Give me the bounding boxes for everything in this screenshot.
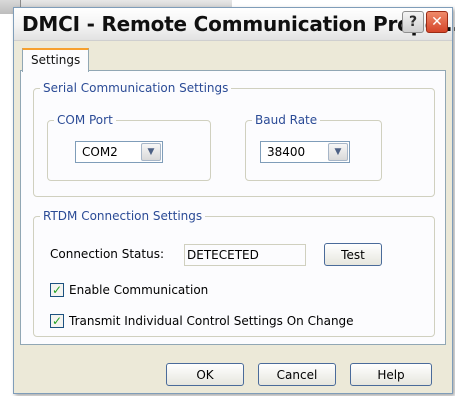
screen: DMCI - Remote Communication Proper... ? … (0, 0, 455, 396)
rtdm-settings-legend: RTDM Connection Settings (43, 209, 203, 223)
check-icon: ✓ (51, 314, 63, 328)
rtdm-settings-group: RTDM Connection Settings Connection Stat… (33, 209, 435, 337)
com-port-group: COM Port COM2 ▼ (47, 113, 211, 181)
help-icon-button[interactable]: ? (402, 11, 424, 33)
connection-status-label: Connection Status: (50, 247, 164, 261)
chevron-down-icon[interactable]: ▼ (328, 143, 348, 161)
connection-status-value: DETECETED (184, 244, 306, 266)
com-port-select[interactable]: COM2 ▼ (75, 141, 163, 163)
properties-dialog: DMCI - Remote Communication Proper... ? … (13, 7, 455, 394)
com-port-value: COM2 (82, 145, 118, 159)
transmit-settings-checkbox[interactable]: ✓ (50, 314, 64, 328)
serial-settings-legend: Serial Communication Settings (43, 81, 229, 95)
enable-communication-checkbox[interactable]: ✓ (50, 283, 64, 297)
chevron-down-icon[interactable]: ▼ (141, 143, 161, 161)
enable-communication-label[interactable]: Enable Communication (69, 283, 208, 297)
settings-panel: Serial Communication Settings COM Port C… (20, 70, 446, 345)
test-button[interactable]: Test (324, 243, 382, 266)
close-button[interactable]: ✕ (426, 11, 448, 33)
transmit-settings-label[interactable]: Transmit Individual Control Settings On … (69, 314, 354, 328)
ok-button[interactable]: OK (166, 363, 244, 386)
tab-settings[interactable]: Settings (22, 48, 90, 72)
window-title: DMCI - Remote Communication Proper... (22, 12, 455, 36)
title-bar[interactable]: DMCI - Remote Communication Proper... ? … (14, 8, 455, 41)
cancel-button[interactable]: Cancel (258, 363, 336, 386)
baud-rate-group: Baud Rate 38400 ▼ (245, 113, 382, 181)
baud-rate-select[interactable]: 38400 ▼ (260, 141, 350, 163)
serial-settings-group: Serial Communication Settings COM Port C… (33, 81, 435, 197)
help-button[interactable]: Help (350, 363, 432, 386)
baud-rate-value: 38400 (267, 145, 306, 159)
baud-rate-legend: Baud Rate (255, 113, 318, 127)
help-icon: ? (408, 14, 418, 30)
close-icon: ✕ (431, 14, 443, 30)
check-icon: ✓ (51, 283, 63, 297)
com-port-legend: COM Port (57, 113, 113, 127)
